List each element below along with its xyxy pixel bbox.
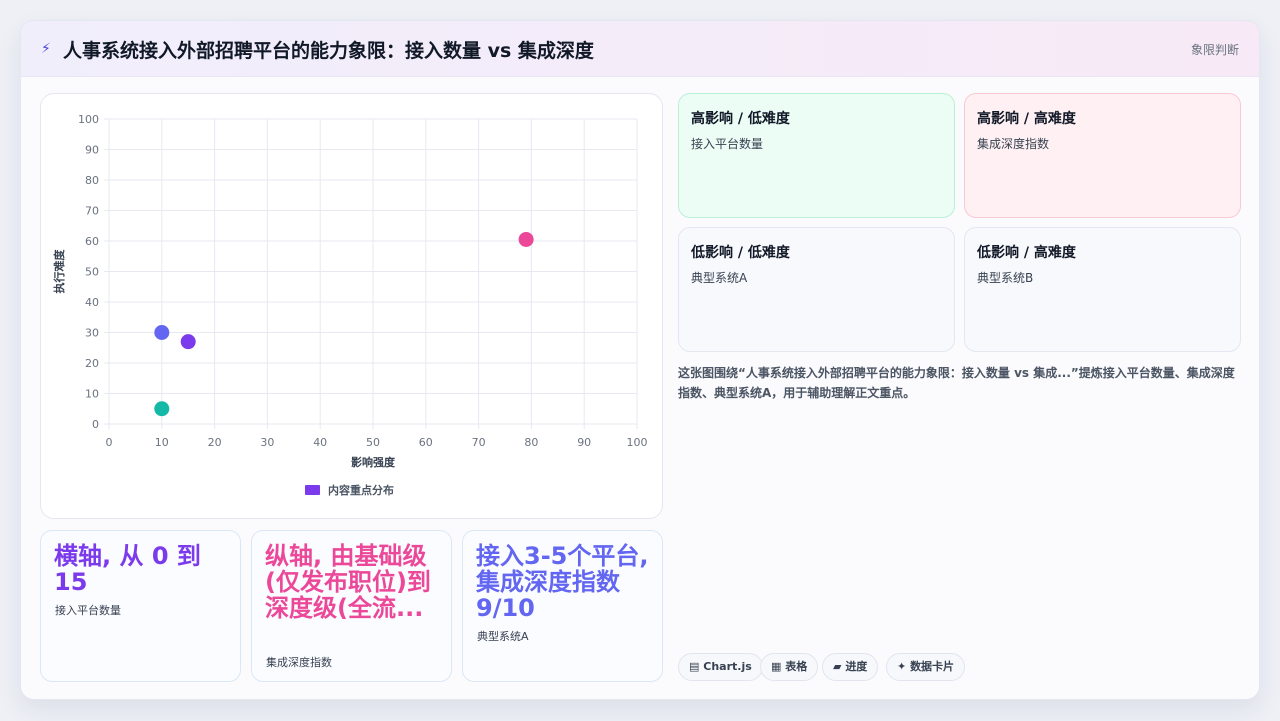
x-tick-label: 30: [260, 436, 274, 449]
chip-chartjs[interactable]: ▤ Chart.js: [678, 653, 763, 681]
x-tick-label: 90: [577, 436, 591, 449]
quadrant-low-impact-high-difficulty: 低影响 / 高难度 典型系统B: [964, 227, 1241, 352]
main-card: ⚡ 人事系统接入外部招聘平台的能力象限：接入数量 vs 集成深度 象限判断 0 1…: [20, 20, 1260, 700]
x-tick-label: 80: [524, 436, 538, 449]
page-title: 人事系统接入外部招聘平台的能力象限：接入数量 vs 集成深度: [63, 40, 594, 62]
y-tick-label: 80: [85, 174, 99, 187]
stat-label: 集成深度指数: [266, 656, 332, 669]
y-tick-label: 30: [85, 327, 99, 340]
x-tick-label: 10: [155, 436, 169, 449]
quadrant-item: 典型系统A: [691, 271, 748, 285]
header-tag: 象限判断: [1190, 43, 1239, 57]
scatter-chart: 0 10 20 30 40 50 60 70 80 90 100 0 10 20 30 40 50 60 70 80 9…: [52, 113, 648, 497]
x-tick-label: 70: [472, 436, 486, 449]
legend-label: 内容重点分布: [328, 483, 394, 497]
quadrant-title: 高影响 / 高难度: [977, 111, 1076, 127]
y-tick-label: 0: [92, 418, 99, 431]
stat-card-x-axis: 横轴, 从 0 到 15 接入平台数量: [40, 530, 241, 682]
chip-data-card[interactable]: ✦ 数据卡片: [886, 653, 966, 681]
x-tick-label: 100: [627, 436, 648, 449]
quadrant-high-impact-low-difficulty: 高影响 / 低难度 接入平台数量: [678, 93, 955, 218]
card-icon: ✦: [897, 660, 907, 673]
chart-panel: 0 10 20 30 40 50 60 70 80 90 100 0 10 20 30 40 50 60 70 80 9…: [40, 93, 663, 519]
quadrant-title: 低影响 / 低难度: [691, 245, 790, 261]
stat-card-system-a: 接入3-5个平台, 集成深度指数 9/10 典型系统A: [462, 530, 663, 682]
chart-description: 这张图围绕“人事系统接入外部招聘平台的能力象限：接入数量 vs 集成...”提炼…: [678, 366, 1235, 400]
x-tick-label: 60: [419, 436, 433, 449]
chip-table[interactable]: ▦ 表格: [760, 653, 819, 681]
quadrant-title: 低影响 / 高难度: [977, 245, 1076, 261]
y-tick-label: 20: [85, 357, 99, 370]
stat-value: 接入3-5个平台, 集成深度指数 9/10: [476, 542, 649, 622]
y-tick-label: 70: [85, 205, 99, 218]
quadrant-item: 接入平台数量: [691, 137, 764, 151]
x-tick-label: 0: [106, 436, 113, 449]
chip-label: 数据卡片: [910, 660, 955, 673]
stat-value: 纵轴, 由基础级(仅发布职位)到深度级(全流...: [265, 542, 431, 622]
x-tick-label: 40: [313, 436, 327, 449]
quadrant-high-impact-high-difficulty: 高影响 / 高难度 集成深度指数: [964, 93, 1241, 218]
chip-progress[interactable]: ▰ 进度: [822, 653, 879, 681]
y-tick-label: 40: [85, 296, 99, 309]
stat-value: 横轴, 从 0 到 15: [54, 542, 201, 596]
x-tick-label: 20: [208, 436, 222, 449]
data-point: [154, 401, 170, 417]
y-axis-label: 执行难度: [52, 249, 66, 294]
chip-label: 进度: [845, 660, 868, 673]
stat-card-y-axis: 纵轴, 由基础级(仅发布职位)到深度级(全流... 集成深度指数: [251, 530, 452, 682]
chip-label: 表格: [785, 660, 808, 673]
data-point: [154, 325, 170, 340]
quadrant-title: 高影响 / 低难度: [691, 111, 790, 127]
x-tick-label: 50: [366, 436, 380, 449]
quadrant-low-impact-low-difficulty: 低影响 / 低难度 典型系统A: [678, 227, 955, 352]
legend-swatch: [305, 485, 320, 495]
x-axis-label: 影响强度: [351, 455, 396, 469]
lightning-icon: ⚡: [41, 41, 51, 57]
y-tick-label: 100: [78, 113, 99, 126]
data-point: [180, 334, 196, 350]
data-point: [518, 231, 534, 247]
table-icon: ▦: [771, 660, 782, 673]
progress-icon: ▰: [833, 660, 842, 673]
y-tick-label: 10: [85, 388, 99, 401]
header: ⚡ 人事系统接入外部招聘平台的能力象限：接入数量 vs 集成深度 象限判断: [21, 21, 1259, 77]
stat-label: 典型系统A: [477, 630, 529, 643]
chip-label: Chart.js: [703, 660, 752, 673]
y-tick-label: 50: [85, 266, 99, 279]
y-tick-label: 60: [85, 235, 99, 248]
quadrant-item: 集成深度指数: [977, 137, 1050, 151]
chart-icon: ▤: [689, 660, 700, 673]
y-tick-label: 90: [85, 144, 99, 157]
stat-label: 接入平台数量: [55, 604, 121, 617]
quadrant-item: 典型系统B: [977, 271, 1034, 285]
